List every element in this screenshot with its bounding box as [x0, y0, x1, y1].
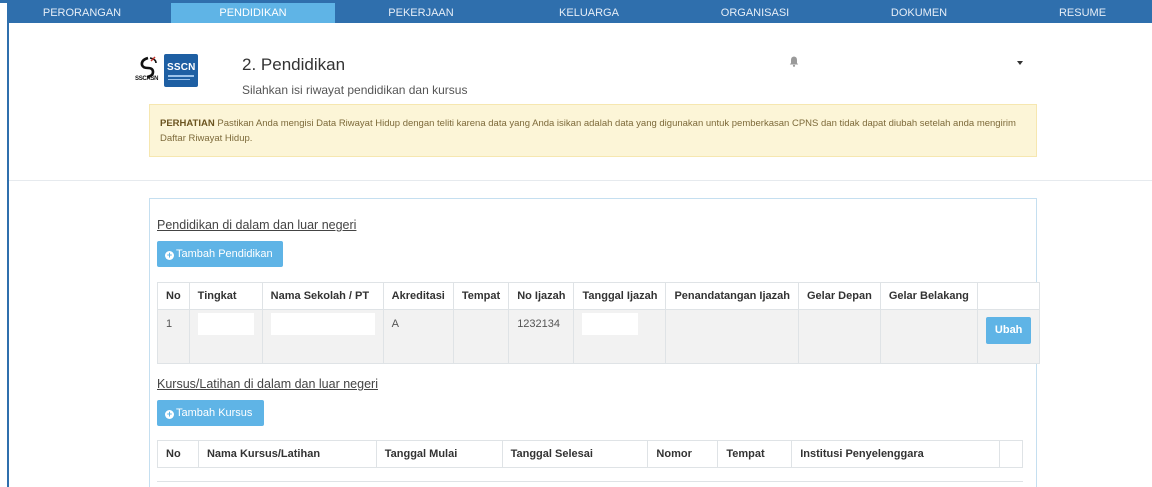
- add-course-label: Tambah Kursus: [176, 407, 253, 419]
- redacted-nama-sekolah: [270, 313, 375, 335]
- cell-action: Ubah: [976, 309, 1041, 364]
- courses-table: No Nama Kursus/Latihan Tanggal Mulai Tan…: [157, 440, 1024, 468]
- user-menu-caret-icon[interactable]: [1017, 61, 1023, 65]
- left-border: [7, 0, 9, 487]
- col-akreditasi: Akreditasi: [382, 282, 454, 310]
- sscn-logo: SSCN: [164, 54, 198, 87]
- page-subtitle: Silahkan isi riwayat pendidikan dan kurs…: [242, 83, 468, 97]
- header-divider: [9, 180, 1152, 181]
- nav-tab-pekerjaan[interactable]: PEKERJAAN: [341, 3, 501, 23]
- sscasn-logo-mark: [140, 56, 157, 79]
- col-tanggal-ijazah: Tanggal Ijazah: [573, 282, 667, 310]
- bell-icon[interactable]: [789, 56, 799, 70]
- col-action: [998, 440, 1024, 468]
- cell-tanggal-ijazah: [573, 309, 667, 364]
- sscn-logo-subline: [168, 75, 194, 77]
- courses-section-title: Kursus/Latihan di dalam dan luar negeri: [157, 377, 378, 391]
- table-row: 1 A 1232134 Ubah: [157, 309, 1041, 364]
- education-table-header: No Tingkat Nama Sekolah / PT Akreditasi …: [157, 282, 1041, 310]
- redacted-tanggal-ijazah: [582, 313, 639, 335]
- col-gelar-belakang: Gelar Belakang: [879, 282, 978, 310]
- col-penandatangan: Penandatangan Ijazah: [665, 282, 799, 310]
- courses-table-bottom: [157, 481, 1023, 482]
- redacted-tingkat: [197, 313, 254, 335]
- col-no: No: [157, 282, 190, 310]
- top-navigation: PERORANGAN PENDIDIKAN PEKERJAAN KELUARGA…: [9, 3, 1152, 23]
- col-nama-kursus: Nama Kursus/Latihan: [197, 440, 377, 468]
- col-no: No: [157, 440, 199, 468]
- nav-tab-keluarga[interactable]: KELUARGA: [507, 3, 671, 23]
- col-tempat: Tempat: [717, 440, 793, 468]
- sscn-logo-text: SSCN: [167, 62, 196, 73]
- alert-label: PERHATIAN: [160, 118, 215, 129]
- plus-icon: +: [165, 409, 174, 419]
- col-tanggal-mulai: Tanggal Mulai: [375, 440, 503, 468]
- col-action: [976, 282, 1041, 310]
- cell-nama-sekolah: [261, 309, 384, 364]
- col-tingkat: Tingkat: [188, 282, 263, 310]
- cell-penandatangan: [665, 309, 799, 364]
- education-section-title: Pendidikan di dalam dan luar negeri: [157, 218, 357, 232]
- courses-table-header: No Nama Kursus/Latihan Tanggal Mulai Tan…: [157, 440, 1024, 468]
- nav-tab-organisasi[interactable]: ORGANISASI: [673, 3, 837, 23]
- col-nomor: Nomor: [647, 440, 719, 468]
- col-nama-sekolah: Nama Sekolah / PT: [261, 282, 384, 310]
- add-education-button[interactable]: + Tambah Pendidikan: [157, 241, 283, 267]
- cell-gelar-depan: [798, 309, 881, 364]
- cell-no-ijazah: 1232134: [508, 309, 575, 364]
- col-no-ijazah: No Ijazah: [508, 282, 575, 310]
- nav-tab-dokumen[interactable]: DOKUMEN: [837, 3, 1001, 23]
- sscn-logo-subline-2: [168, 79, 190, 80]
- col-gelar-depan: Gelar Depan: [798, 282, 881, 310]
- warning-alert: PERHATIAN Pastikan Anda mengisi Data Riw…: [149, 104, 1037, 157]
- alert-text: Pastikan Anda mengisi Data Riwayat Hidup…: [160, 118, 1016, 144]
- nav-tab-perorangan[interactable]: PERORANGAN: [9, 3, 155, 23]
- sscasn-logo: SSCASN: [135, 55, 161, 87]
- col-tanggal-selesai: Tanggal Selesai: [501, 440, 649, 468]
- cell-tingkat: [188, 309, 263, 364]
- edit-button[interactable]: Ubah: [985, 317, 1032, 344]
- cell-tempat: [452, 309, 510, 364]
- nav-tab-resume[interactable]: RESUME: [1013, 3, 1152, 23]
- add-course-button[interactable]: + Tambah Kursus: [157, 400, 264, 426]
- education-table: No Tingkat Nama Sekolah / PT Akreditasi …: [157, 282, 1041, 364]
- add-education-label: Tambah Pendidikan: [176, 248, 273, 260]
- col-tempat: Tempat: [452, 282, 510, 310]
- cell-gelar-belakang: [879, 309, 978, 364]
- bell-icon-glyph: [789, 56, 799, 67]
- cell-no: 1: [157, 309, 190, 364]
- page-title: 2. Pendidikan: [242, 55, 346, 74]
- cell-akreditasi: A: [382, 309, 454, 364]
- nav-tab-pendidikan[interactable]: PENDIDIKAN: [171, 3, 335, 23]
- col-institusi: Institusi Penyelenggara: [791, 440, 1000, 468]
- sscasn-logo-text: SSCASN: [135, 76, 159, 82]
- plus-icon: +: [165, 250, 174, 260]
